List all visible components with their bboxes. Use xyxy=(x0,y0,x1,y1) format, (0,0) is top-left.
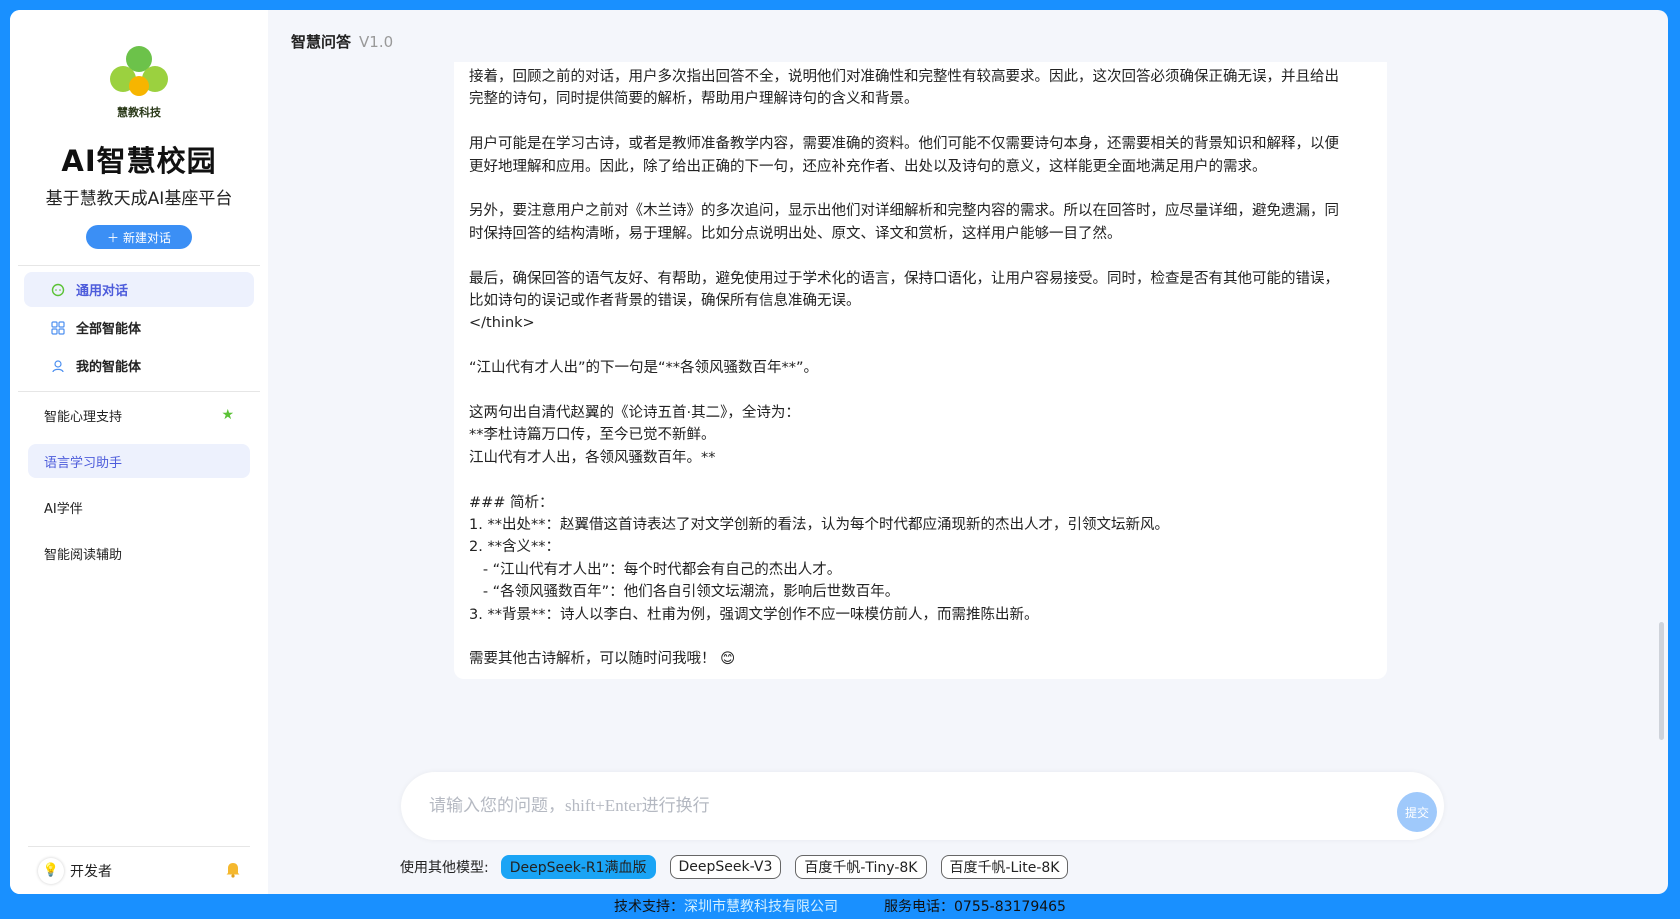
app-subtitle: 基于慧教天成AI基座平台 xyxy=(45,189,233,209)
message-line: 2. **含义**： xyxy=(469,539,560,556)
nav-item-general-chat[interactable]: 通用对话 xyxy=(24,272,254,307)
support-info: 技术支持：深圳市慧教科技有限公司 xyxy=(614,895,838,919)
message-line: 完整的诗句，同时提供简要的解析，帮助用户理解诗句的含义和背景。 xyxy=(469,91,919,108)
message-line: 另外，要注意用户之前对《木兰诗》的多次追问，显示出他们对详细解析和完整内容的需求… xyxy=(469,203,1339,220)
message-line: </think> xyxy=(469,315,535,332)
nav-item-label: 我的智能体 xyxy=(76,360,142,375)
user-name: 开发者 xyxy=(70,863,112,880)
message-line: 用户可能是在学习古诗，或者是教师准备教学内容，需要准确的资料。他们可能不仅需要诗… xyxy=(469,136,1339,153)
main-nav: 通用对话 全部智能体 我的智能体 xyxy=(10,266,268,383)
message-line: 时保持回答的结构清晰，易于理解。比如分点说明出处、原文、译文和赏析，这样用户能够… xyxy=(469,225,1122,242)
model-chip-deepseek-r1[interactable]: DeepSeek-R1满血版 xyxy=(500,855,656,879)
nav-item-all-agents[interactable]: 全部智能体 xyxy=(24,310,254,345)
phone-info: 服务电话：0755-83179465 xyxy=(884,899,1066,915)
message-line: **李杜诗篇万口传，至今已觉不新鲜。 xyxy=(469,427,716,444)
message-line: 比如诗句的误记或作者背景的错误，确保所有信息准确无误。 xyxy=(469,293,861,310)
nav-item-my-agents[interactable]: 我的智能体 xyxy=(24,348,254,383)
message-line: 更好地理解和应用。因此，除了给出正确的下一句，还应补充作者、出处以及诗句的意义，… xyxy=(469,158,1267,175)
model-selector-label: 使用其他模型: xyxy=(400,860,489,876)
submit-button[interactable]: 提交 xyxy=(1397,792,1437,832)
agent-item-ai-companion[interactable]: AI学伴 xyxy=(28,490,250,524)
message-line: - “各领风骚数百年”：他们各自引领文坛潮流，影响后世数百年。 xyxy=(469,584,900,601)
new-chat-label: 新建对话 xyxy=(123,230,172,245)
app-title: AI智慧校园 xyxy=(61,144,217,178)
sidebar: 慧教科技 AI智慧校园 基于慧教天成AI基座平台 ＋ 新建对话 通用对话 全部智… xyxy=(10,10,268,894)
grid-icon xyxy=(50,320,66,336)
logo-center-icon xyxy=(129,76,149,96)
user-profile[interactable]: 💡 开发者 xyxy=(38,857,112,884)
message-line: 这两句出自清代赵翼的《论诗五首·其二》，全诗为： xyxy=(469,405,800,422)
nav-item-label: 通用对话 xyxy=(76,284,129,299)
logo-text: 慧教科技 xyxy=(117,106,161,119)
version-label: V1.0 xyxy=(359,33,394,51)
agent-item-psych-support[interactable]: 智能心理支持 ★ xyxy=(28,398,250,432)
message-line: - “江山代有才人出”：每个时代都会有自己的杰出人才。 xyxy=(469,561,842,578)
agent-item-label: 智能心理支持 xyxy=(44,409,123,425)
agent-list: 智能心理支持 ★ 语言学习助手 AI学伴 智能阅读辅助 xyxy=(10,392,268,570)
message-line: 江山代有才人出，各领风骚数百年。** xyxy=(469,449,716,466)
new-chat-button[interactable]: ＋ 新建对话 xyxy=(86,225,192,249)
scrollbar[interactable] xyxy=(1659,622,1664,740)
message-line: 接着，回顾之前的对话，用户多次指出回答不全，说明他们对准确性和完整性有较高要求。… xyxy=(469,69,1339,85)
message-line: 需要其他古诗解析，可以随时问我哦！ 😊 xyxy=(469,651,736,668)
support-label: 技术支持： xyxy=(614,899,685,915)
question-input[interactable] xyxy=(429,792,1329,820)
agent-item-language-assistant[interactable]: 语言学习助手 xyxy=(28,444,250,478)
model-chip-qianfan-lite[interactable]: 百度千帆-Lite-8K xyxy=(940,855,1069,879)
message-line: 1. **出处**：赵翼借这首诗表达了对文学创新的看法，认为每个时代都应涌现新的… xyxy=(469,517,1169,534)
model-selector: 使用其他模型: DeepSeek-R1满血版 DeepSeek-V3 百度千帆-… xyxy=(400,855,1076,879)
page-header: 智慧问答 V1.0 xyxy=(291,31,393,52)
plus-icon: ＋ xyxy=(106,230,119,245)
question-input-box: 提交 xyxy=(401,772,1444,840)
company-link[interactable]: 深圳市慧教科技有限公司 xyxy=(684,899,838,915)
brand: 慧教科技 AI智慧校园 基于慧教天成AI基座平台 ＋ 新建对话 xyxy=(10,10,268,249)
star-icon[interactable]: ★ xyxy=(221,407,234,423)
logo: 慧教科技 xyxy=(104,46,174,124)
user-bar: 💡 开发者 xyxy=(28,846,250,894)
agent-item-label: 智能阅读辅助 xyxy=(44,547,123,563)
chat-message: 接着，回顾之前的对话，用户多次指出回答不全，说明他们对准确性和完整性有较高要求。… xyxy=(454,62,1387,679)
bell-icon[interactable] xyxy=(224,860,242,882)
agent-item-label: AI学伴 xyxy=(44,501,83,517)
page-title: 智慧问答 xyxy=(291,33,352,51)
main-panel: 智慧问答 V1.0 接着，回顾之前的对话，用户多次指出回答不全，说明他们对准确性… xyxy=(268,10,1668,894)
agent-item-label: 语言学习助手 xyxy=(44,455,123,471)
avatar: 💡 xyxy=(38,857,64,884)
chat-icon xyxy=(50,282,66,298)
app-window: 慧教科技 AI智慧校园 基于慧教天成AI基座平台 ＋ 新建对话 通用对话 全部智… xyxy=(10,10,1668,894)
page-footer: 技术支持：深圳市慧教科技有限公司 服务电话：0755-83179465 xyxy=(0,895,1680,919)
message-line: “江山代有才人出”的下一句是“**各领风骚数百年**”。 xyxy=(469,360,819,377)
message-line: 最后，确保回答的语气友好、有帮助，避免使用过于学术化的语言，保持口语化，让用户容… xyxy=(469,270,1339,287)
model-chip-deepseek-v3[interactable]: DeepSeek-V3 xyxy=(669,855,782,879)
agent-item-reading-aid[interactable]: 智能阅读辅助 xyxy=(28,536,250,570)
user-icon xyxy=(50,358,66,374)
message-line: ### 简析： xyxy=(469,494,554,511)
model-chip-qianfan-tiny[interactable]: 百度千帆-Tiny-8K xyxy=(795,855,927,879)
message-line: 3. **背景**：诗人以李白、杜甫为例，强调文学创作不应一味模仿前人，而需推陈… xyxy=(469,606,1039,623)
nav-item-label: 全部智能体 xyxy=(76,322,142,337)
